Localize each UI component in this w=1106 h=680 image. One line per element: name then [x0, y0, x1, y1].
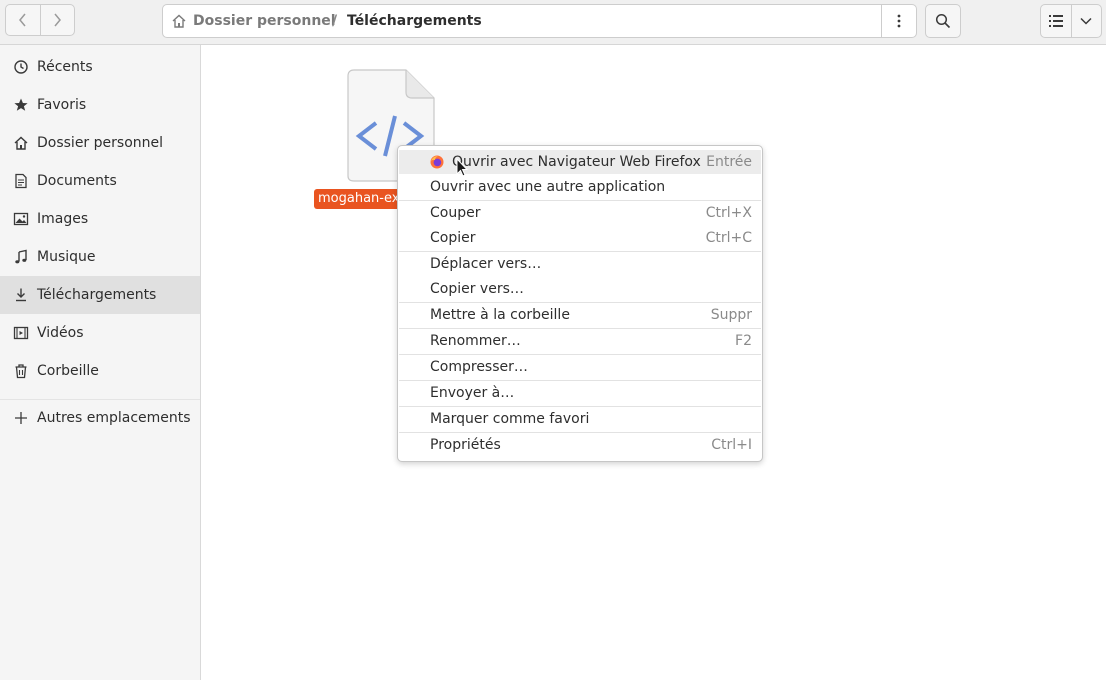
search-button[interactable]: [925, 4, 961, 38]
music-icon: [12, 248, 30, 266]
sidebar-item-label: Images: [37, 211, 89, 227]
file-name-label[interactable]: mogahan-ex: [314, 189, 410, 209]
sidebar-item-downloads[interactable]: Téléchargements: [0, 276, 200, 314]
sidebar-item-label: Favoris: [37, 97, 87, 113]
menu-item-label: Compresser…: [430, 359, 528, 375]
plus-icon: [12, 409, 30, 427]
menu-item-move-to[interactable]: Déplacer vers…: [399, 252, 761, 276]
menu-item-shortcut: F2: [735, 333, 752, 349]
image-icon: [12, 210, 30, 228]
breadcrumb-separator: /: [332, 13, 338, 29]
search-icon: [935, 13, 951, 29]
forward-button[interactable]: [39, 5, 75, 35]
menu-item-label: Déplacer vers…: [430, 256, 542, 272]
sidebar-item-label: Récents: [37, 59, 93, 75]
chevron-down-icon: [1080, 17, 1092, 25]
sidebar-item-label: Vidéos: [37, 325, 84, 341]
menu-item-shortcut: Suppr: [710, 307, 752, 323]
sidebar-item-music[interactable]: Musique: [0, 238, 200, 276]
download-icon: [12, 286, 30, 304]
path-bar: Dossier personnel / Téléchargements: [162, 4, 917, 38]
list-icon: [1048, 15, 1063, 27]
sidebar-item-label: Téléchargements: [37, 287, 157, 303]
sidebar-item-label: Autres emplacements: [37, 410, 191, 426]
menu-item-compress[interactable]: Compresser…: [399, 355, 761, 379]
menu-item-shortcut: Ctrl+X: [705, 205, 752, 221]
menu-item-label: Ouvrir avec une autre application: [430, 179, 666, 195]
home-icon: [172, 14, 186, 28]
menu-item-shortcut: Ctrl+C: [705, 230, 752, 246]
view-buttons: [1040, 4, 1102, 38]
menu-item-send-to[interactable]: Envoyer à…: [399, 381, 761, 405]
sidebar-item-label: Documents: [37, 173, 117, 189]
menu-item-move-to-trash[interactable]: Mettre à la corbeille Suppr: [399, 303, 761, 327]
chevron-right-icon: [54, 13, 62, 27]
view-options-button[interactable]: [1070, 5, 1102, 37]
sidebar-item-recents[interactable]: Récents: [0, 48, 200, 86]
menu-item-shortcut: Ctrl+I: [711, 437, 752, 453]
menu-item-rename[interactable]: Renommer… F2: [399, 329, 761, 353]
sidebar-item-label: Dossier personnel: [37, 135, 164, 151]
menu-item-label: Envoyer à…: [430, 385, 515, 401]
firefox-icon: [430, 155, 444, 169]
menu-item-label: Couper: [430, 205, 481, 221]
sidebar-item-home[interactable]: Dossier personnel: [0, 124, 200, 162]
menu-item-label: Marquer comme favori: [430, 411, 590, 427]
sidebar-item-images[interactable]: Images: [0, 200, 200, 238]
sidebar: Récents Favoris Dossier personnel Docume…: [0, 45, 201, 680]
home-icon: [12, 134, 30, 152]
menu-item-shortcut: Entrée: [706, 154, 752, 170]
menu-item-cut[interactable]: Couper Ctrl+X: [399, 201, 761, 225]
menu-item-label: Copier vers…: [430, 281, 524, 297]
menu-item-copy-to[interactable]: Copier vers…: [399, 277, 761, 301]
list-view-button[interactable]: [1041, 5, 1071, 37]
video-icon: [12, 324, 30, 342]
star-icon: [12, 96, 30, 114]
menu-item-open-firefox[interactable]: Ouvrir avec Navigateur Web Firefox Entré…: [399, 150, 761, 174]
sidebar-item-label: Musique: [37, 249, 96, 265]
navigation-buttons: [5, 4, 75, 36]
menu-item-label: Ouvrir avec Navigateur Web Firefox: [452, 154, 701, 170]
sidebar-item-other-locations[interactable]: Autres emplacements: [0, 399, 200, 437]
breadcrumb-home[interactable]: Dossier personnel: [171, 5, 336, 37]
document-icon: [12, 172, 30, 190]
back-button[interactable]: [6, 5, 40, 35]
kebab-menu-icon: [897, 14, 901, 28]
chevron-left-icon: [18, 13, 26, 27]
trash-icon: [12, 362, 30, 380]
menu-item-label: Mettre à la corbeille: [430, 307, 570, 323]
sidebar-item-trash[interactable]: Corbeille: [0, 352, 200, 390]
menu-item-open-with-other[interactable]: Ouvrir avec une autre application: [399, 175, 761, 199]
menu-item-label: Renommer…: [430, 333, 521, 349]
header-bar: Dossier personnel / Téléchargements: [0, 0, 1106, 45]
menu-item-copy[interactable]: Copier Ctrl+C: [399, 226, 761, 250]
menu-item-label: Copier: [430, 230, 476, 246]
menu-item-properties[interactable]: Propriétés Ctrl+I: [399, 433, 761, 457]
mouse-pointer-icon: [456, 157, 469, 178]
context-menu: Ouvrir avec Navigateur Web Firefox Entré…: [397, 145, 763, 462]
sidebar-item-favorites[interactable]: Favoris: [0, 86, 200, 124]
sidebar-item-videos[interactable]: Vidéos: [0, 314, 200, 352]
clock-icon: [12, 58, 30, 76]
menu-item-label: Propriétés: [430, 437, 501, 453]
path-menu-button[interactable]: [881, 5, 916, 37]
breadcrumb-current[interactable]: Téléchargements: [347, 5, 482, 37]
sidebar-item-label: Corbeille: [37, 363, 99, 379]
breadcrumb-home-label: Dossier personnel: [193, 13, 336, 29]
sidebar-item-documents[interactable]: Documents: [0, 162, 200, 200]
menu-item-star[interactable]: Marquer comme favori: [399, 407, 761, 431]
